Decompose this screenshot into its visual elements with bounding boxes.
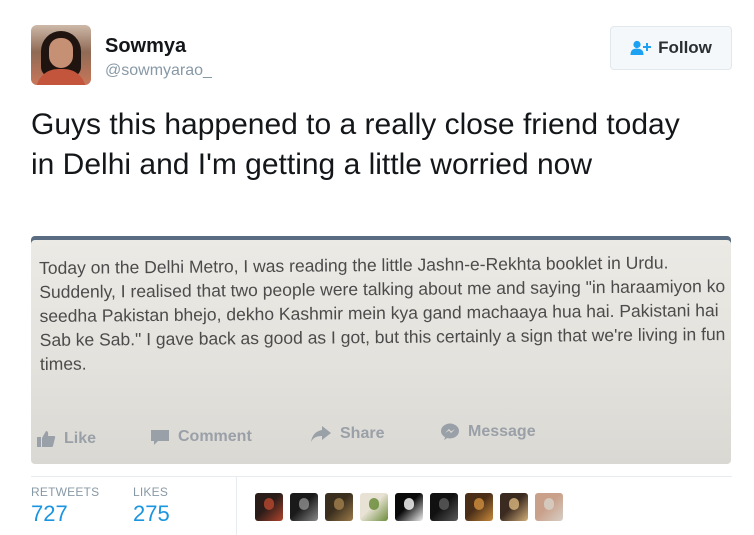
image-comment-label: Comment [178,428,252,445]
image-share-action: Share [310,425,384,443]
user-avatar[interactable] [31,25,91,85]
likes-label: LIKES [133,485,169,499]
retweets-stat[interactable]: RETWEETS 727 [31,485,99,527]
image-action-bar: Like Comment Share Message [31,423,731,452]
liker-avatar-2[interactable] [290,493,318,521]
image-like-action: Like [36,430,96,448]
liker-avatar-5[interactable] [395,493,423,521]
likes-stat[interactable]: LIKES 275 [133,485,170,527]
user-info[interactable]: Sowmya @sowmyarao_ [105,34,212,82]
retweets-count: 727 [31,501,68,526]
image-like-label: Like [64,430,97,447]
attached-image[interactable]: Today on the Delhi Metro, I was reading … [31,236,731,464]
retweets-label: RETWEETS [31,485,100,499]
liker-avatar-9[interactable] [535,493,563,521]
user-handle[interactable]: @sowmyarao_ [105,60,212,82]
liker-avatars [255,493,570,521]
liker-avatar-4[interactable] [360,493,388,521]
liker-avatar-3[interactable] [325,493,353,521]
image-message-label: Message [468,423,536,440]
tweet-header: Sowmya @sowmyarao_ Follow [31,25,732,87]
comment-icon [151,430,169,445]
liker-avatar-6[interactable] [430,493,458,521]
follow-button-label: Follow [658,38,712,57]
liker-avatar-7[interactable] [465,493,493,521]
stats-divider [236,477,237,535]
image-share-label: Share [340,425,385,442]
image-post-text: Today on the Delhi Metro, I was reading … [39,252,726,374]
image-comment-action: Comment [150,428,252,446]
liker-avatar-8[interactable] [500,493,528,521]
person-plus-icon [630,40,652,55]
thumbs-up-icon [37,431,56,447]
user-display-name[interactable]: Sowmya [105,34,212,58]
follow-button[interactable]: Follow [610,26,732,70]
messenger-icon [441,423,459,440]
tweet-text: Guys this happened to a really close fri… [31,108,680,181]
share-arrow-icon [311,426,331,442]
tweet-stats: RETWEETS 727 LIKES 275 [31,476,732,535]
liker-avatar-1[interactable] [255,493,283,521]
image-message-action: Message [440,423,536,441]
likes-count: 275 [133,501,170,526]
